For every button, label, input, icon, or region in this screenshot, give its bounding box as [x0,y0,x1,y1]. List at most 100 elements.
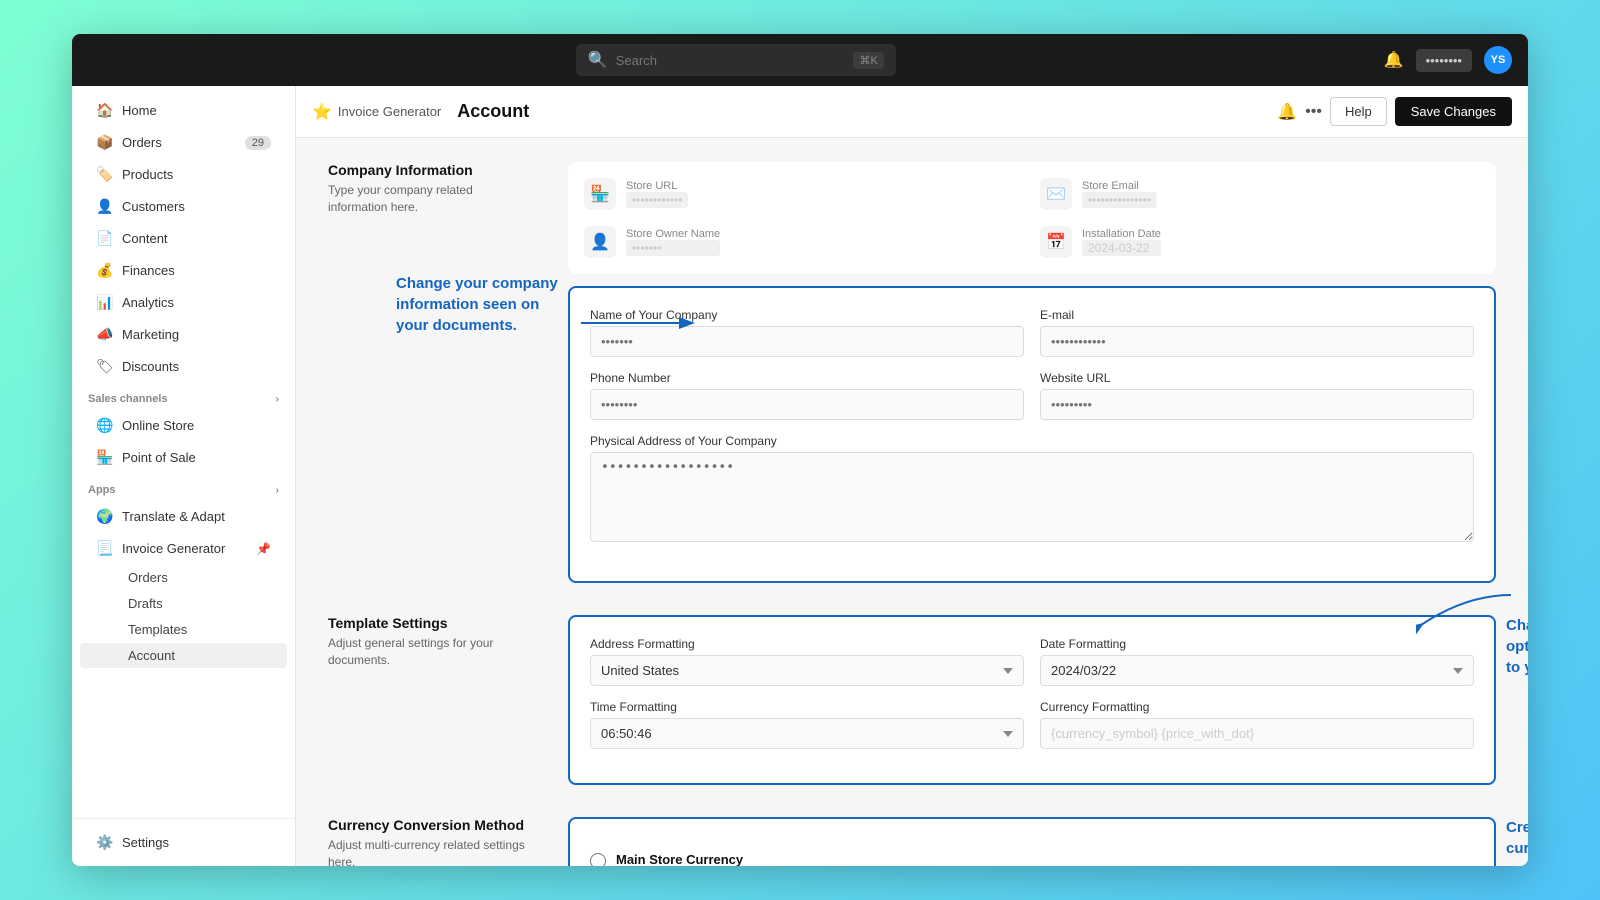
sidebar-label-invoice-generator: Invoice Generator [122,541,225,556]
sidebar-child-templates[interactable]: Templates [80,617,287,642]
sidebar-item-online-store[interactable]: 🌐 Online Store [80,410,287,441]
apps-chevron[interactable]: › [276,485,279,496]
company-name-group: Name of Your Company [590,308,1024,357]
installation-date-value: 2024-03-22 [1082,240,1161,256]
sidebar-item-customers[interactable]: 👤 Customers [80,191,287,222]
content-icon: 📄 [96,230,112,247]
store-email-text: Store Email ••••••••••••••• [1082,180,1157,208]
email-group: E-mail [1040,308,1474,357]
more-options-icon[interactable]: ••• [1305,103,1322,121]
bell-icon[interactable]: 🔔 [1277,102,1297,122]
sidebar-item-finances[interactable]: 💰 Finances [80,255,287,286]
installation-date-label: Installation Date [1082,228,1161,240]
currency-formatting-input[interactable] [1040,718,1474,749]
annotation-right-bottom: Create documents in thecurrency selectio… [1506,817,1528,866]
orders-icon: 📦 [96,134,112,151]
child-orders-label: Orders [128,570,168,585]
sidebar-item-settings[interactable]: ⚙️ Settings [80,827,287,858]
sidebar-item-point-of-sale[interactable]: 🏪 Point of Sale [80,442,287,473]
sidebar-item-content[interactable]: 📄 Content [80,223,287,254]
sidebar-item-analytics[interactable]: 📊 Analytics [80,287,287,318]
template-settings-desc: Adjust general settings for your documen… [328,635,528,669]
sidebar-footer: ⚙️ Settings [72,818,295,866]
store-owner-label: Store Owner Name [626,228,720,240]
user-avatar[interactable]: YS [1484,46,1512,74]
currency-conversion-section: Currency Conversion Method Adjust multi-… [328,817,1496,866]
sidebar-label-discounts: Discounts [122,359,179,374]
sidebar-label-finances: Finances [122,263,175,278]
content-area: ⭐ Invoice Generator Account 🔔 ••• Help S… [296,86,1528,866]
sidebar-item-invoice-generator[interactable]: 📃 Invoice Generator 📌 [80,533,287,564]
phone-label: Phone Number [590,371,1024,385]
analytics-icon: 📊 [96,294,112,311]
company-info-desc: Type your company related information he… [328,182,528,216]
sidebar-item-orders[interactable]: 📦 Orders 29 [80,127,287,158]
sidebar-item-marketing[interactable]: 📣 Marketing [80,319,287,350]
address-textarea[interactable] [590,452,1474,542]
template-settings-card: Address Formatting United StatesEuropean… [568,615,1496,785]
sidebar-item-home[interactable]: 🏠 Home [80,95,287,126]
website-input[interactable] [1040,389,1474,420]
sidebar-item-translate[interactable]: 🌍 Translate & Adapt [80,501,287,532]
time-formatting-label: Time Formatting [590,700,1024,714]
sidebar: 🏠 Home 📦 Orders 29 🏷️ Products 👤 Custome… [72,86,296,866]
sidebar-label-point-of-sale: Point of Sale [122,450,196,465]
phone-website-row: Phone Number Website URL [590,371,1474,420]
company-info-section: Company Information Type your company re… [328,162,1496,583]
sidebar-label-translate: Translate & Adapt [122,509,225,524]
search-input[interactable] [616,53,846,68]
top-bar-right: 🔔 •••••••• YS [1384,46,1512,74]
customers-icon: 👤 [96,198,112,215]
sidebar-label-customers: Customers [122,199,185,214]
date-formatting-select[interactable]: 2024/03/2203/22/202422/03/2024 [1040,655,1474,686]
store-owner-icon: 👤 [584,226,616,258]
help-button[interactable]: Help [1330,97,1387,126]
marketing-icon: 📣 [96,326,112,343]
content-header: ⭐ Invoice Generator Account 🔔 ••• Help S… [296,86,1528,138]
website-group: Website URL [1040,371,1474,420]
apps-section: Apps › [72,474,295,500]
main-store-currency-option[interactable]: Main Store Currency Select this option i… [590,851,1474,866]
sidebar-label-home: Home [122,103,157,118]
store-url-label: Store URL [626,180,688,192]
breadcrumb-area: ⭐ Invoice Generator Account [312,101,529,122]
installation-date-icon: 📅 [1040,226,1072,258]
phone-input[interactable] [590,389,1024,420]
sidebar-item-products[interactable]: 🏷️ Products [80,159,287,190]
page-content: Change your companyinformation seen onyo… [296,138,1528,866]
sales-channels-chevron[interactable]: › [276,394,279,405]
currency-conversion-card: Main Store Currency Select this option i… [568,817,1496,866]
annotation-right-bottom-text: Create documents in thecurrency selectio… [1506,817,1528,866]
online-store-icon: 🌐 [96,417,112,434]
orders-badge: 29 [245,136,271,150]
child-drafts-label: Drafts [128,596,163,611]
time-formatting-select[interactable]: 06:50:466:50 AM18:50 [590,718,1024,749]
app-logo-icon: ⭐ [312,102,332,122]
store-email-value: ••••••••••••••• [1082,192,1157,208]
currency-conversion-title: Currency Conversion Method [328,817,528,833]
email-input[interactable] [1040,326,1474,357]
sidebar-item-discounts[interactable]: 🏷 Discounts [80,351,287,382]
template-settings-title: Template Settings [328,615,528,631]
user-name: •••••••• [1416,49,1472,72]
invoice-generator-children: Orders Drafts Templates Account [72,565,295,668]
page-title: Account [457,101,529,122]
search-bar[interactable]: 🔍 ⌘K [576,44,896,76]
address-row: Physical Address of Your Company [590,434,1474,547]
sidebar-child-orders[interactable]: Orders [80,565,287,590]
main-store-currency-radio[interactable] [590,853,606,866]
company-name-input[interactable] [590,326,1024,357]
notification-icon[interactable]: 🔔 [1384,50,1404,70]
annotation-right-top: Change formattingoptions accordingto you… [1506,615,1528,678]
finances-icon: 💰 [96,262,112,279]
sidebar-child-drafts[interactable]: Drafts [80,591,287,616]
store-url-text: Store URL •••••••••••• [626,180,688,208]
currency-formatting-label: Currency Formatting [1040,700,1474,714]
sidebar-child-account[interactable]: Account [80,643,287,668]
translate-icon: 🌍 [96,508,112,525]
top-bar: 🔍 ⌘K 🔔 •••••••• YS [72,34,1528,86]
save-changes-button[interactable]: Save Changes [1395,97,1512,126]
sidebar-label-marketing: Marketing [122,327,179,342]
products-icon: 🏷️ [96,166,112,183]
address-formatting-select[interactable]: United StatesEuropeanUKCanadaAustralia [590,655,1024,686]
